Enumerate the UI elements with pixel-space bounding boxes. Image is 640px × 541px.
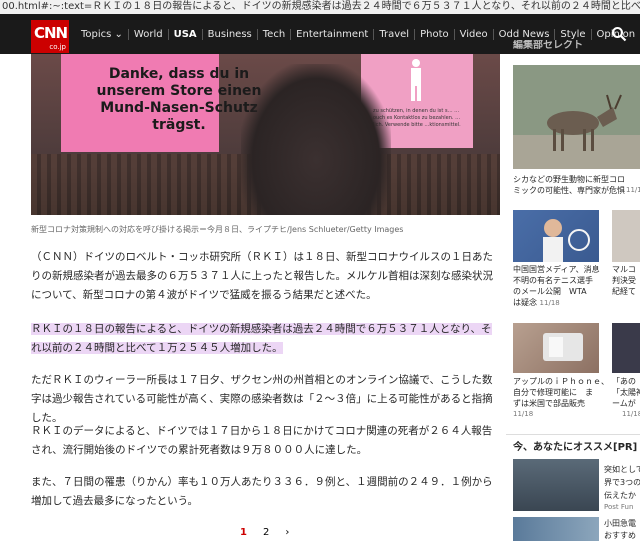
pr-1-line-1[interactable]: 突如として: [604, 464, 640, 475]
item-2-line-1[interactable]: マルコ: [612, 264, 636, 275]
hero-image: Danke, dass du in unserem Store einen Mu…: [31, 54, 500, 215]
feature-date: 11/16: [626, 186, 640, 194]
sidebar-header: 編集部セレクト: [513, 40, 583, 51]
pr-photo-1[interactable]: [513, 459, 599, 511]
item-3-line-1[interactable]: アップルのｉＰｈｏｎｅ、: [513, 376, 609, 387]
pr-photo-2[interactable]: [513, 517, 599, 541]
item-2-line-2[interactable]: 判決受: [612, 275, 636, 286]
page-2-link[interactable]: 2: [263, 527, 269, 538]
item-1-line-1[interactable]: 中国国営メディア、消息: [513, 264, 600, 275]
item-1-line-4[interactable]: は疑念 11/18: [513, 297, 560, 309]
nav-item-video[interactable]: Video: [455, 28, 494, 40]
next-page-chevron-icon[interactable]: ›: [285, 527, 289, 538]
nav-item-topics[interactable]: Topics ⌄: [76, 28, 129, 40]
page-1-link[interactable]: 1: [240, 527, 247, 538]
item-4-line-1[interactable]: 「あの: [612, 376, 636, 387]
divider: [506, 434, 640, 435]
tennis-player-photo[interactable]: [513, 210, 599, 262]
blurred-pedestrian: [241, 64, 391, 215]
feature-caption-line-1[interactable]: シカなどの野生動物に新型コロ: [513, 174, 625, 185]
pr-1-source: Post Fun: [604, 503, 634, 511]
cnn-logo[interactable]: CNN co.jp: [31, 20, 69, 53]
nav-item-photo[interactable]: Photo: [415, 28, 455, 40]
deer-photo[interactable]: [513, 65, 640, 169]
sun-god-photo[interactable]: [612, 323, 640, 373]
recommend-header: 今、あなたにオススメ[PR]: [513, 442, 638, 453]
article-paragraph-5: また、７日間の罹患（りかん）率も１０万人あたり３３６．９例と、１週間前の２４９．…: [31, 476, 493, 507]
item-4-line-3[interactable]: ームが: [612, 398, 636, 409]
item-3-line-2[interactable]: 自分で修理可能に ま: [513, 387, 593, 398]
pr-2-line-2[interactable]: おすすめ: [604, 530, 636, 541]
logo-sub-text: co.jp: [49, 43, 66, 51]
feature-caption-line-2[interactable]: ミックの可能性、専門家が危惧: [513, 185, 625, 196]
nav-item-business[interactable]: Business: [203, 28, 258, 40]
logo-main-text: CNN: [34, 24, 68, 42]
item-4-line-2[interactable]: 「太陽神: [612, 387, 640, 398]
image-caption: 新型コロナ対策規制への対応を呼び掛ける掲示＝今月８日、ライプチヒ/Jens Sc…: [31, 225, 404, 234]
nav-item-entertainment[interactable]: Entertainment: [291, 28, 375, 40]
article-paragraph-4: ＲＫＩのデータによると、ドイツでは１７日から１８日にかけてコロナ関連の死者が２６…: [31, 425, 493, 456]
item-3-date: 11/18: [513, 410, 534, 418]
nav-item-world[interactable]: World: [129, 28, 169, 40]
iphone-repair-photo[interactable]: [513, 323, 599, 373]
nav-item-travel[interactable]: Travel: [374, 28, 416, 40]
article-paragraph-1: （ＣＮＮ）ドイツのロベルト・コッホ研究所（ＲＫＩ）は１８日、新型コロナウイルスの…: [31, 251, 493, 301]
article-paragraph-2-highlighted: ＲＫＩの１８日の報告によると、ドイツの新規感染者は過去２４時間で６万５３７１人と…: [31, 320, 499, 358]
person-pictogram-icon: [411, 59, 421, 101]
highlighted-text: ＲＫＩの１８日の報告によると、ドイツの新規感染者は過去２４時間で６万５３７１人と…: [31, 323, 492, 354]
article-paragraph-3: ただＲＫＩのウィーラー所長は１７日夕、ザクセン州の州首相とのオンライン協議で、こ…: [31, 374, 493, 424]
nav-item-style[interactable]: Style: [555, 28, 592, 40]
nav-item-usa[interactable]: USA: [169, 28, 203, 40]
marcos-photo[interactable]: [612, 210, 640, 262]
item-1-l4: は疑念: [513, 298, 537, 307]
nav-item-odd-news[interactable]: Odd News: [494, 28, 556, 40]
pr-1-line-3[interactable]: 伝えたか: [604, 490, 636, 501]
item-1-date: 11/18: [539, 299, 560, 307]
nav-item-tech[interactable]: Tech: [258, 28, 292, 40]
pr-2-line-1[interactable]: 小田急電: [604, 518, 636, 529]
search-icon[interactable]: [611, 26, 627, 42]
item-3-line-3[interactable]: ずは米国で部品販売: [513, 398, 585, 409]
item-1-line-2[interactable]: 不明の有名テニス選手: [513, 275, 593, 286]
item-2-line-3[interactable]: 紀経て: [612, 286, 636, 297]
item-1-line-3[interactable]: のメール公開 WTA: [513, 286, 587, 297]
item-4-date: 11/18: [622, 410, 640, 418]
address-bar-text[interactable]: 00.html#:~:text=ＲＫＩの１８日の報告によると、ドイツの新規感染者…: [0, 0, 640, 14]
pr-1-line-2[interactable]: 界で3つの: [604, 477, 640, 488]
pagination: 1 2 ›: [240, 527, 289, 538]
